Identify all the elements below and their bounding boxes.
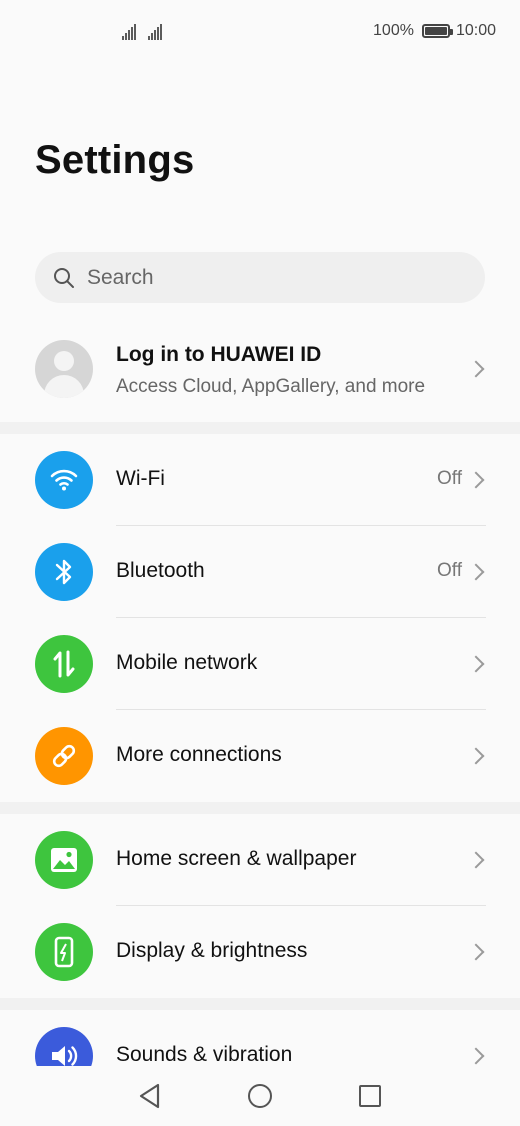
- recent-apps-icon[interactable]: [359, 1085, 381, 1107]
- search-icon: [54, 267, 74, 288]
- account-subtitle: Access Cloud, AppGallery, and more: [116, 376, 426, 397]
- chevron-right-icon: [467, 851, 485, 869]
- more-connections-label: More connections: [116, 743, 282, 766]
- bluetooth-item[interactable]: Bluetooth Off: [0, 526, 520, 618]
- huawei-id-login[interactable]: Log in to HUAWEI ID Access Cloud, AppGal…: [0, 320, 520, 422]
- navigation-bar: [0, 1066, 520, 1126]
- mobile-data-icon: [35, 635, 93, 693]
- settings-screen: 100% 10:00 Settings Log in to HUAWEI ID …: [0, 0, 520, 1126]
- signal-strength-icon: [148, 22, 162, 40]
- chevron-right-icon: [467, 471, 485, 489]
- chevron-right-icon: [467, 943, 485, 961]
- chevron-right-icon: [467, 360, 485, 378]
- account-title: Log in to HUAWEI ID: [116, 343, 322, 366]
- back-icon[interactable]: [138, 1082, 162, 1110]
- mobile-network-item[interactable]: Mobile network: [0, 618, 520, 710]
- signal-indicators: [122, 22, 162, 40]
- status-bar: 100% 10:00: [0, 0, 520, 64]
- sounds-vibration-label: Sounds & vibration: [116, 1043, 293, 1066]
- home-screen-wallpaper-item[interactable]: Home screen & wallpaper: [0, 814, 520, 906]
- page-title: Settings: [35, 138, 195, 182]
- search-input[interactable]: [87, 265, 447, 290]
- bluetooth-icon: [35, 543, 93, 601]
- display-brightness-item[interactable]: Display & brightness: [0, 906, 520, 998]
- display-brightness-label: Display & brightness: [116, 939, 308, 962]
- battery-icon: [421, 24, 453, 38]
- speaker-icon: [35, 1027, 93, 1066]
- wifi-label: Wi-Fi: [116, 467, 165, 490]
- status-right: 100% 10:00: [373, 22, 496, 40]
- connectivity-section: Wi-Fi Off Bluetooth Off Mobile network M…: [0, 434, 520, 802]
- sound-section: Sounds & vibration: [0, 1010, 520, 1066]
- search-section: [0, 240, 520, 320]
- battery-percent: 100%: [373, 22, 414, 39]
- sounds-vibration-item[interactable]: Sounds & vibration: [0, 1010, 520, 1066]
- clock: 10:00: [455, 22, 496, 39]
- home-icon[interactable]: [248, 1084, 272, 1108]
- chevron-right-icon: [467, 1047, 485, 1065]
- more-connections-item[interactable]: More connections: [0, 710, 520, 802]
- wifi-value: Off: [437, 468, 462, 489]
- search-bar[interactable]: [35, 252, 485, 303]
- bluetooth-value: Off: [437, 560, 462, 581]
- link-icon: [35, 727, 93, 785]
- wifi-item[interactable]: Wi-Fi Off: [0, 434, 520, 526]
- signal-strength-icon: [122, 22, 136, 40]
- display-icon: [35, 923, 93, 981]
- display-section: Home screen & wallpaper Display & bright…: [0, 814, 520, 998]
- mobile-network-label: Mobile network: [116, 651, 258, 674]
- bluetooth-label: Bluetooth: [116, 559, 205, 582]
- chevron-right-icon: [467, 563, 485, 581]
- chevron-right-icon: [467, 655, 485, 673]
- header: Settings: [0, 64, 520, 240]
- wallpaper-icon: [35, 831, 93, 889]
- avatar-icon: [35, 340, 93, 398]
- wifi-icon: [35, 451, 93, 509]
- chevron-right-icon: [467, 747, 485, 765]
- home-screen-wallpaper-label: Home screen & wallpaper: [116, 847, 357, 870]
